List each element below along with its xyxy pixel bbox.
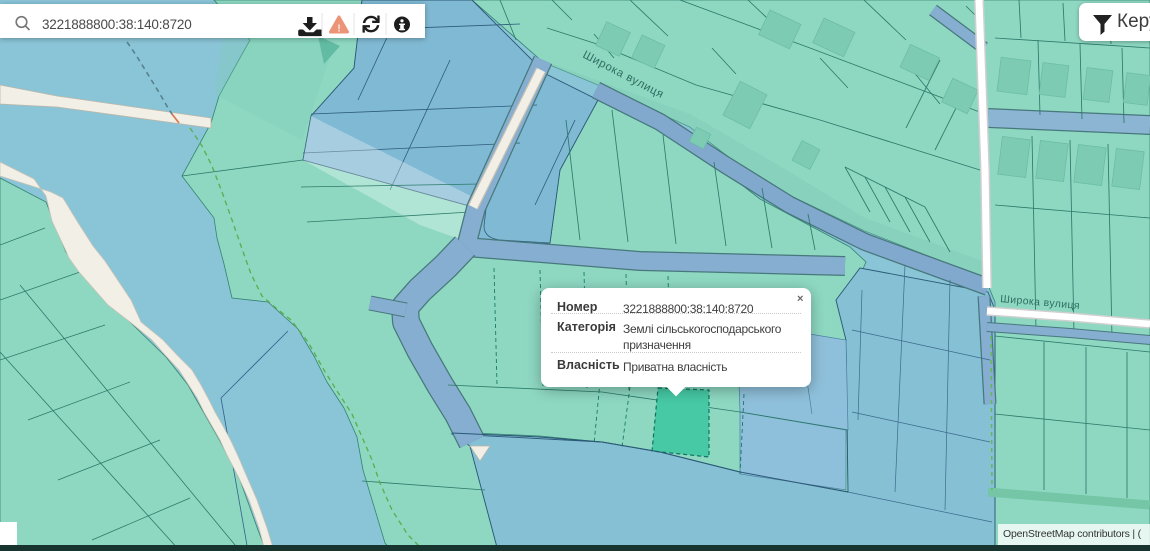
svg-text:!: ! (337, 24, 340, 35)
